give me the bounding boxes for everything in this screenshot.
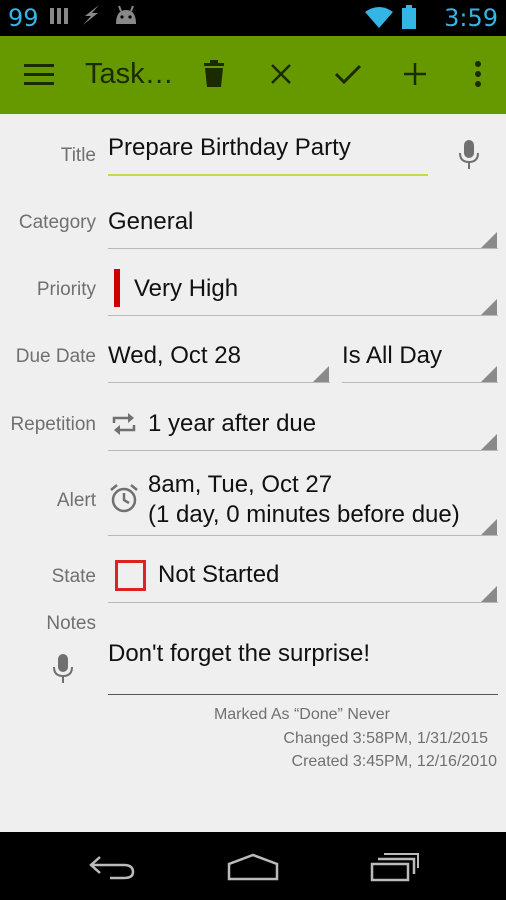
overflow-icon	[474, 60, 482, 92]
title-input-underline	[108, 174, 428, 176]
alert-label: Alert	[56, 490, 96, 511]
due-time-underline	[342, 382, 498, 383]
delete-button[interactable]	[194, 56, 234, 96]
add-button[interactable]	[395, 56, 435, 96]
battery-icon	[402, 5, 416, 34]
priority-underline	[108, 315, 498, 316]
screen-title: Task…	[85, 58, 174, 90]
category-value[interactable]: General	[108, 208, 193, 236]
notes-input[interactable]: Don't forget the surprise!	[108, 640, 370, 668]
alarm-clock-icon	[108, 482, 140, 519]
marked-done-text: Marked As “Done” Never	[213, 706, 390, 723]
state-dropdown-indicator[interactable]	[481, 586, 497, 602]
menu-icon[interactable]	[24, 62, 54, 88]
wifi-icon	[364, 5, 394, 34]
due-date-value[interactable]: Wed, Oct 28	[108, 342, 241, 370]
clock: 3:59	[444, 4, 498, 32]
action-bar: Task…	[0, 36, 506, 114]
recents-icon[interactable]	[370, 852, 420, 887]
repetition-label: Repetition	[10, 414, 96, 435]
alert-underline	[108, 535, 498, 536]
repetition-value[interactable]: 1 year after due	[148, 410, 316, 438]
status-bar: 99 3:59	[0, 0, 506, 36]
android-icon	[113, 4, 139, 31]
state-underline	[108, 602, 498, 603]
notification-count: 99	[8, 3, 39, 32]
microphone-icon[interactable]	[459, 140, 479, 175]
due-date-dropdown-indicator[interactable]	[313, 366, 329, 382]
due-date-label: Due Date	[15, 346, 96, 367]
priority-dropdown-indicator[interactable]	[481, 299, 497, 315]
save-button[interactable]	[328, 56, 368, 96]
add-icon	[403, 62, 427, 91]
notes-microphone-icon[interactable]	[53, 654, 73, 689]
category-underline	[108, 248, 498, 249]
trash-icon	[202, 59, 226, 93]
alert-time[interactable]: 8am, Tue, Oct 27	[148, 471, 332, 499]
due-date-underline	[108, 382, 330, 383]
alert-offset[interactable]: (1 day, 0 minutes before due)	[148, 501, 460, 529]
priority-value[interactable]: Very High	[134, 275, 238, 303]
category-dropdown-indicator[interactable]	[481, 232, 497, 248]
created-text: Created 3:45PM, 12/16/2010	[291, 753, 497, 770]
home-icon[interactable]	[226, 853, 280, 886]
state-checkbox[interactable]	[115, 560, 146, 591]
close-icon	[269, 62, 293, 91]
due-time-value[interactable]: Is All Day	[342, 342, 442, 370]
repetition-dropdown-indicator[interactable]	[481, 434, 497, 450]
overflow-menu-button[interactable]	[458, 56, 498, 96]
check-icon	[334, 63, 362, 90]
notes-underline	[108, 694, 498, 695]
lightning-icon	[79, 3, 103, 32]
priority-color-bar	[114, 269, 120, 307]
cancel-button[interactable]	[261, 56, 301, 96]
repeat-icon	[110, 411, 138, 442]
signal-bars-icon	[49, 5, 69, 30]
title-label: Title	[60, 145, 96, 166]
task-form: Title Prepare Birthday Party Category Ge…	[0, 114, 506, 832]
state-label: State	[51, 566, 96, 587]
navigation-bar	[0, 832, 506, 900]
state-value[interactable]: Not Started	[158, 561, 279, 589]
back-icon[interactable]	[88, 854, 136, 885]
priority-label: Priority	[36, 279, 96, 300]
category-label: Category	[18, 212, 96, 233]
changed-text: Changed 3:58PM, 1/31/2015	[283, 730, 488, 747]
title-input[interactable]: Prepare Birthday Party	[108, 134, 351, 162]
due-time-dropdown-indicator[interactable]	[481, 366, 497, 382]
repetition-underline	[108, 450, 498, 451]
alert-dropdown-indicator[interactable]	[481, 519, 497, 535]
notes-label: Notes	[46, 613, 96, 634]
status-bar-left: 99	[8, 3, 139, 32]
status-bar-right	[364, 5, 416, 34]
